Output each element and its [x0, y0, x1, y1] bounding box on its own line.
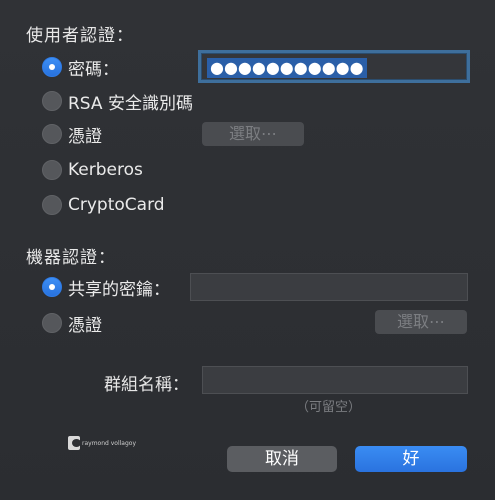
watermark-text: raymond vollagoy: [82, 439, 136, 447]
ok-button[interactable]: 好: [355, 446, 467, 472]
password-value: ●●●●●●●●●●●: [207, 58, 367, 78]
shared-secret-field[interactable]: [190, 273, 468, 301]
watermark: raymond vollagoy: [68, 434, 136, 452]
group-name-field[interactable]: [202, 366, 468, 394]
machine-auth-option-label: 共享的密鑰：: [68, 279, 170, 300]
user-auth-option-password[interactable]: 密碼：: [42, 55, 119, 80]
user-auth-option-label: CryptoCard: [68, 195, 165, 215]
radio-button[interactable]: [42, 313, 62, 333]
radio-button-selected[interactable]: [42, 277, 62, 297]
machine-auth-title: 機器認證：: [26, 248, 116, 268]
user-auth-option-label: RSA 安全識別碼: [68, 93, 193, 114]
user-auth-option-certificate[interactable]: 憑證: [42, 122, 102, 147]
user-auth-option-cryptocard[interactable]: CryptoCard: [42, 193, 165, 217]
machine-auth-option-label: 憑證: [68, 315, 102, 336]
password-field[interactable]: ●●●●●●●●●●●: [198, 50, 470, 83]
user-auth-title: 使用者認證：: [26, 26, 134, 46]
radio-button[interactable]: [42, 195, 62, 215]
user-auth-option-label: 密碼：: [68, 59, 119, 80]
machine-auth-option-shared-secret[interactable]: 共享的密鑰：: [42, 275, 170, 300]
radio-button[interactable]: [42, 160, 62, 180]
user-auth-option-rsa[interactable]: RSA 安全識別碼: [42, 89, 193, 114]
user-cert-select-button[interactable]: 選取⋯: [202, 122, 304, 146]
radio-button[interactable]: [42, 91, 62, 111]
user-auth-option-label: Kerberos: [68, 160, 143, 180]
camera-logo-icon: [68, 436, 81, 450]
user-auth-option-kerberos[interactable]: Kerberos: [42, 158, 143, 182]
vpn-auth-dialog: 使用者認證： 密碼： ●●●●●●●●●●● RSA 安全識別碼 憑證 選取⋯ …: [0, 0, 495, 500]
radio-button-selected[interactable]: [42, 57, 62, 77]
group-name-hint: （可留空）: [296, 400, 362, 415]
machine-auth-option-certificate[interactable]: 憑證: [42, 311, 102, 336]
radio-button[interactable]: [42, 124, 62, 144]
group-name-label: 群組名稱：: [104, 375, 189, 395]
machine-cert-select-button[interactable]: 選取⋯: [375, 310, 467, 334]
cancel-button[interactable]: 取消: [227, 446, 337, 472]
user-auth-option-label: 憑證: [68, 126, 102, 147]
